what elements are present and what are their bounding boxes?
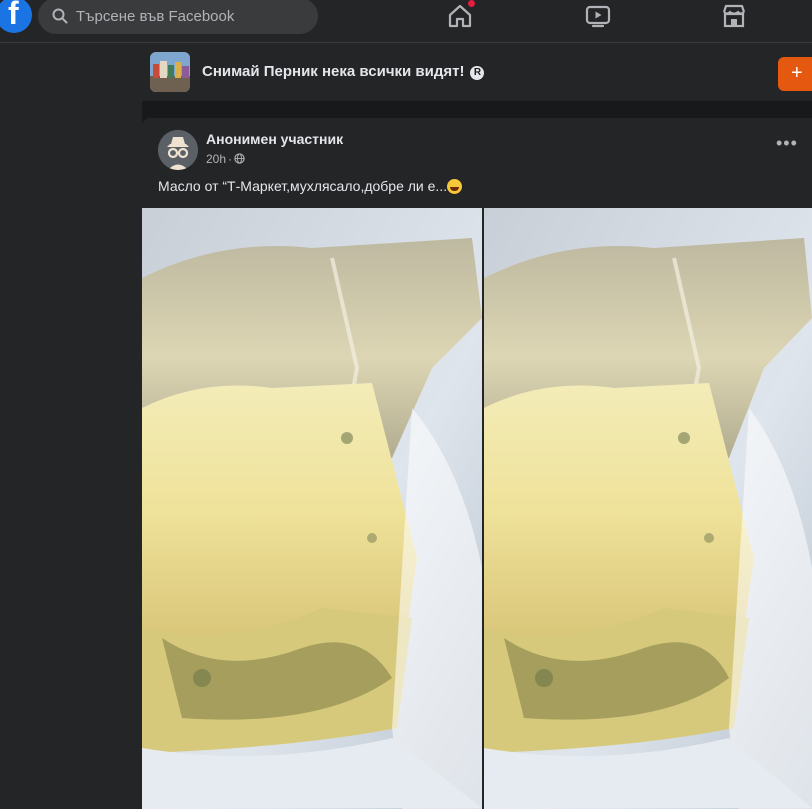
post-meta: 20h ·	[206, 152, 245, 166]
marketplace-icon[interactable]	[720, 2, 748, 30]
globe-icon	[234, 153, 245, 164]
post-photo-1[interactable]	[142, 208, 482, 809]
search-icon	[52, 8, 68, 24]
anonymous-avatar[interactable]	[158, 130, 198, 170]
meta-separator: ·	[228, 152, 233, 166]
group-cover-image	[150, 52, 190, 92]
moldy-butter-photo	[484, 208, 812, 809]
search-input[interactable]	[74, 4, 308, 28]
post-text: Масло от “Т-Маркет,мухлясало,добре ли е.…	[158, 178, 448, 194]
incognito-icon	[158, 130, 198, 170]
facebook-logo[interactable]: f	[0, 0, 32, 33]
left-sidebar	[0, 43, 142, 809]
registered-icon: R	[470, 66, 485, 80]
grinning-face-emoji-icon	[447, 179, 463, 194]
moldy-butter-photo	[142, 208, 482, 809]
notification-dot	[468, 0, 475, 7]
facebook-logo-letter: f	[8, 0, 19, 31]
post-photo-2[interactable]	[484, 208, 812, 809]
post-text-row: Масло от “Т-Маркет,мухлясало,добре ли е.…	[158, 178, 463, 194]
search-box[interactable]	[38, 0, 318, 34]
group-header: Снимай Перник нека всички видят! R +	[142, 43, 812, 101]
group-title-row[interactable]: Снимай Перник нека всички видят! R	[202, 63, 485, 80]
post-timestamp[interactable]: 20h	[206, 152, 226, 166]
top-navigation-bar: f	[0, 0, 812, 43]
post-card: Анонимен участник 20h · ••• Масло от “Т-М…	[142, 118, 812, 809]
join-group-button[interactable]: +	[778, 57, 812, 91]
group-cover-thumbnail[interactable]	[150, 52, 190, 92]
post-author[interactable]: Анонимен участник	[206, 131, 343, 147]
more-options-icon[interactable]: •••	[776, 134, 798, 152]
group-title[interactable]: Снимай Перник нека всички видят!	[202, 63, 464, 80]
watch-icon[interactable]	[584, 2, 612, 30]
